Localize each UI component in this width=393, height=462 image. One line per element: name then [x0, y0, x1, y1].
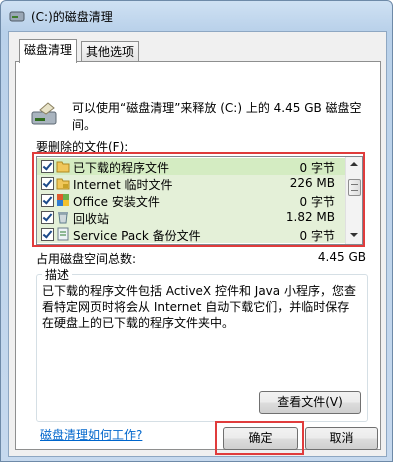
tab-panel: 可以使用“磁盘清理”来释放 (C:) 上的 4.45 GB 磁盘空间。 要删除的…: [15, 61, 381, 450]
total-space-value: 4.45 GB: [317, 250, 366, 264]
ok-highlight-box: [215, 421, 304, 455]
dialog-body: 磁盘清理 其他选项 可以使用“磁盘清理”来释放 (C:) 上的 4.45 GB …: [8, 31, 387, 457]
intro-text: 可以使用“磁盘清理”来释放 (C:) 上的 4.45 GB 磁盘空间。: [72, 101, 362, 132]
tab-disk-cleanup[interactable]: 磁盘清理: [19, 39, 78, 63]
description-text: 已下载的程序文件包括 ActiveX 控件和 Java 小程序，您查看特定网页时…: [42, 284, 356, 330]
description-title: 描述: [42, 266, 73, 283]
cancel-button[interactable]: 取消: [305, 427, 378, 450]
hard-disk-icon: [31, 102, 57, 125]
tab-more-options[interactable]: 其他选项: [81, 41, 140, 62]
disk-cleanup-window: (C:)的磁盘清理 磁盘清理 其他选项 可以使用“磁盘清理”来释放 (C:) 上…: [0, 0, 393, 462]
total-space-label: 占用磁盘空间总数:: [36, 252, 137, 266]
view-files-button[interactable]: 查看文件(V): [259, 391, 361, 414]
help-link[interactable]: 磁盘清理如何工作?: [40, 426, 142, 443]
files-highlight-box: [32, 152, 365, 247]
title-bar: (C:)的磁盘清理: [1, 1, 392, 31]
window-title: (C:)的磁盘清理: [31, 10, 113, 24]
disk-cleanup-icon: [9, 11, 25, 22]
